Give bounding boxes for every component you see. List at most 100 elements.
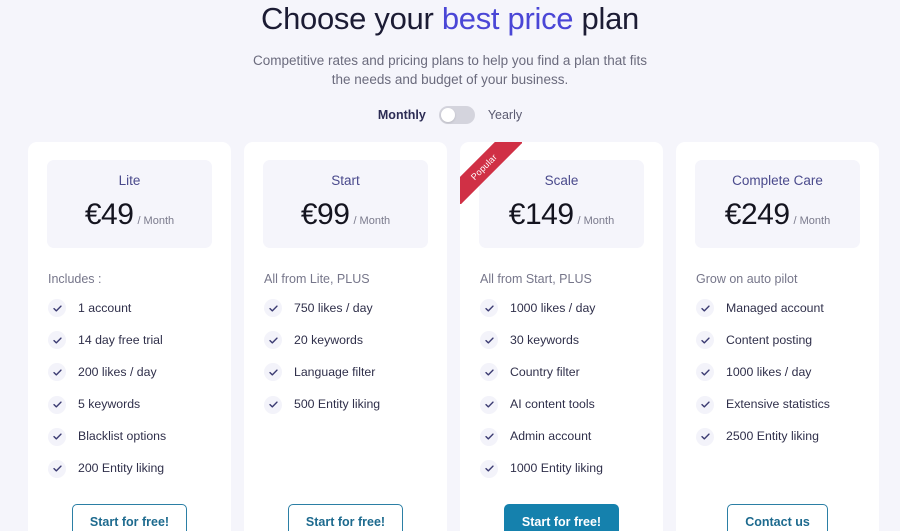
check-icon bbox=[264, 363, 282, 382]
plan-includes-label: All from Lite, PLUS bbox=[264, 272, 370, 286]
plan-feature-text: 20 keywords bbox=[294, 332, 364, 347]
plan-cta-button[interactable]: Contact us bbox=[727, 504, 828, 531]
page-title-accent: best price bbox=[441, 1, 574, 36]
check-icon bbox=[48, 363, 66, 382]
plan-feature-text: Admin account bbox=[510, 429, 592, 444]
check-icon bbox=[264, 331, 282, 350]
plan-feature-item: 1000 likes / day bbox=[695, 363, 860, 382]
check-icon bbox=[48, 395, 66, 414]
plan-feature-item: Content posting bbox=[695, 331, 860, 350]
plan-feature-item: 5 keywords bbox=[47, 395, 212, 414]
plan-feature-text: Language filter bbox=[294, 364, 376, 379]
check-icon bbox=[696, 363, 714, 382]
plan-feature-item: AI content tools bbox=[479, 395, 644, 414]
plan-feature-item: Extensive statistics bbox=[695, 395, 860, 414]
page-subtitle: Competitive rates and pricing plans to h… bbox=[253, 53, 647, 87]
pricing-cards: Lite €49/ Month Includes :1 account 14 day … bbox=[28, 142, 879, 531]
plan-price-period: / Month bbox=[353, 215, 391, 227]
plan-feature-item: Country filter bbox=[479, 363, 644, 382]
page-title-part2: plan bbox=[581, 1, 640, 36]
plan-feature-text: 1000 Entity liking bbox=[510, 461, 603, 476]
pricing-card: Complete Care €249/ Month Grow on auto pil… bbox=[676, 142, 879, 531]
plan-feature-text: 30 keywords bbox=[510, 332, 580, 347]
plan-price-period: / Month bbox=[137, 215, 175, 227]
check-icon bbox=[696, 299, 714, 317]
plan-cta-button[interactable]: Start for free! bbox=[71, 504, 188, 531]
plan-feature-item: Managed account bbox=[695, 299, 860, 317]
plan-feature-text: Content posting bbox=[726, 332, 813, 347]
plan-price-amount: €149 bbox=[508, 198, 574, 231]
plan-feature-item: 1000 likes / day bbox=[479, 299, 644, 317]
check-icon bbox=[480, 427, 498, 446]
plan-feature-item: Blacklist options bbox=[47, 427, 212, 446]
plan-feature-text: 500 Entity liking bbox=[294, 397, 381, 412]
plan-feature-item: Admin account bbox=[479, 427, 644, 446]
plan-feature-text: 1 account bbox=[78, 300, 132, 315]
plan-feature-list: 1000 likes / day 30 keywords Country filte… bbox=[479, 299, 644, 478]
billing-yearly-label[interactable]: Yearly bbox=[488, 108, 522, 122]
plan-feature-list: 1 account 14 day free trial 200 likes / da… bbox=[47, 299, 212, 478]
plan-cta-wrap: Start for free! bbox=[479, 504, 644, 531]
plan-feature-text: Country filter bbox=[510, 364, 580, 379]
plan-name: Scale bbox=[544, 173, 579, 188]
check-icon bbox=[480, 299, 498, 317]
check-icon bbox=[696, 427, 714, 446]
plan-price-period: / Month bbox=[577, 215, 615, 227]
check-icon bbox=[48, 427, 66, 446]
plan-feature-text: Managed account bbox=[726, 300, 824, 315]
plan-name: Lite bbox=[118, 173, 141, 188]
plan-cta-wrap: Contact us bbox=[695, 504, 860, 531]
plan-feature-item: 30 keywords bbox=[479, 331, 644, 350]
check-icon bbox=[480, 395, 498, 414]
pricing-card: Lite €49/ Month Includes : 1 account 14 day … bbox=[28, 142, 231, 531]
pricing-card: Popular Scale €149/ Month All from Start, P… bbox=[460, 142, 663, 531]
plan-feature-text: 750 likes / day bbox=[294, 300, 373, 315]
plan-price-amount: €249 bbox=[724, 198, 790, 231]
billing-period-switch[interactable] bbox=[438, 106, 475, 124]
plan-feature-text: 1000 likes / day bbox=[726, 364, 812, 379]
plan-price-box: Scale €149/ Month bbox=[479, 160, 644, 248]
plan-price-box: Start €99/ Month bbox=[263, 160, 428, 248]
plan-feature-text: 5 keywords bbox=[78, 397, 141, 412]
plan-feature-text: 200 likes / day bbox=[78, 364, 157, 379]
page-title-part1: Choose your bbox=[261, 1, 434, 36]
plan-feature-item: Language filter bbox=[263, 363, 428, 382]
plan-feature-item: 750 likes / day bbox=[263, 299, 428, 317]
check-icon bbox=[264, 395, 282, 414]
pricing-page: Choose your best price plan Competitive … bbox=[0, 0, 900, 531]
plan-feature-item: 20 keywords bbox=[263, 331, 428, 350]
billing-period-toggle-row: Monthly Yearly bbox=[0, 104, 900, 126]
check-icon bbox=[48, 299, 66, 317]
switch-knob bbox=[440, 108, 455, 122]
plan-price-line: €149/ Month bbox=[489, 198, 634, 232]
plan-price-box: Lite €49/ Month bbox=[47, 160, 212, 248]
plan-name: Complete Care bbox=[732, 173, 823, 188]
plan-price-amount: €49 bbox=[84, 198, 134, 231]
plan-feature-text: 14 day free trial bbox=[78, 332, 163, 347]
check-icon bbox=[696, 331, 714, 350]
plan-feature-item: 200 likes / day bbox=[47, 363, 212, 382]
plan-feature-list: 750 likes / day 20 keywords Language filte… bbox=[263, 299, 428, 414]
plan-feature-item: 1 account bbox=[47, 299, 212, 317]
plan-price-line: €99/ Month bbox=[273, 198, 418, 232]
plan-cta-button[interactable]: Start for free! bbox=[503, 504, 620, 531]
plan-cta-wrap: Start for free! bbox=[263, 504, 428, 531]
plan-includes-label: Grow on auto pilot bbox=[696, 272, 798, 286]
check-icon bbox=[48, 331, 66, 350]
page-header: Choose your best price plan Competitive … bbox=[0, 0, 900, 126]
check-icon bbox=[48, 459, 66, 478]
plan-cta-button[interactable]: Start for free! bbox=[287, 504, 404, 531]
plan-name: Start bbox=[331, 173, 360, 188]
check-icon bbox=[696, 395, 714, 414]
pricing-card: Start €99/ Month All from Lite, PLUS 750 li… bbox=[244, 142, 447, 531]
plan-feature-item: 1000 Entity liking bbox=[479, 459, 644, 478]
plan-price-line: €249/ Month bbox=[705, 198, 850, 232]
check-icon bbox=[480, 331, 498, 350]
billing-monthly-label[interactable]: Monthly bbox=[378, 108, 426, 122]
plan-price-box: Complete Care €249/ Month bbox=[695, 160, 860, 248]
plan-feature-text: 2500 Entity liking bbox=[726, 429, 819, 444]
plan-price-line: €49/ Month bbox=[57, 198, 202, 232]
plan-feature-text: 200 Entity liking bbox=[78, 461, 165, 476]
plan-feature-item: 500 Entity liking bbox=[263, 395, 428, 414]
plan-includes-label: Includes : bbox=[48, 272, 102, 286]
